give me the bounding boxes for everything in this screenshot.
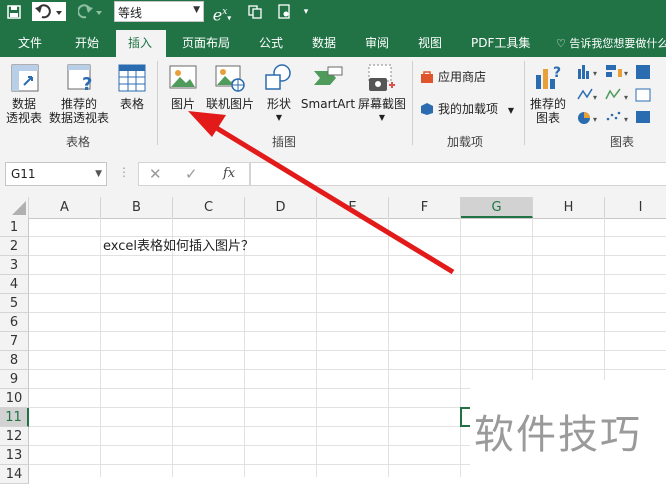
watermark: 软件技巧 — [470, 380, 666, 477]
watermark-text: 软件技巧 — [474, 412, 642, 458]
